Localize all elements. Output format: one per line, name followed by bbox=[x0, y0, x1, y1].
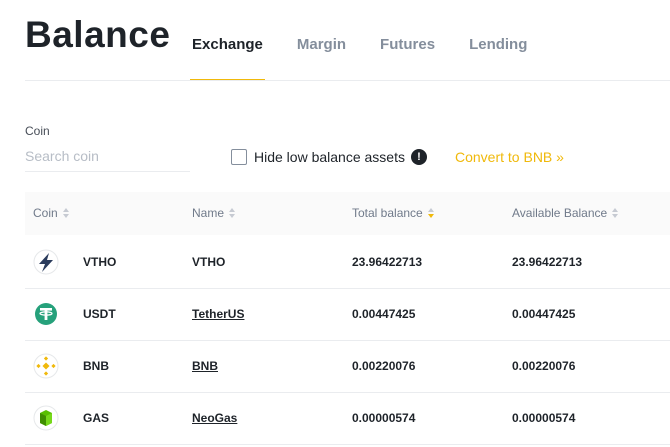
coin-symbol: VTHO bbox=[83, 255, 117, 269]
column-header-coin[interactable]: Coin bbox=[33, 206, 69, 220]
available-balance: 0.00220076 bbox=[512, 359, 576, 373]
total-balance: 23.96422713 bbox=[352, 255, 423, 269]
hide-low-balance-toggle[interactable]: Hide low balance assets ! bbox=[231, 149, 427, 165]
available-balance: 0.00447425 bbox=[512, 307, 576, 321]
hide-low-balance-label: Hide low balance assets bbox=[254, 149, 405, 165]
header-divider bbox=[25, 80, 670, 81]
sort-icon bbox=[62, 208, 69, 218]
hide-low-balance-checkbox[interactable] bbox=[231, 149, 247, 165]
coin-name: VTHO bbox=[192, 255, 226, 269]
coin-symbol: USDT bbox=[83, 307, 116, 321]
coin-name-link[interactable]: BNB bbox=[192, 340, 218, 392]
total-balance: 0.00000574 bbox=[352, 411, 416, 425]
table-row: USDT TetherUS 0.00447425 0.00447425 bbox=[25, 288, 670, 341]
vtho-icon bbox=[33, 249, 59, 275]
column-header-total-balance[interactable]: Total balance bbox=[352, 206, 434, 220]
sort-desc-icon bbox=[427, 208, 434, 218]
gas-icon bbox=[33, 405, 59, 431]
available-balance: 23.96422713 bbox=[512, 255, 583, 269]
convert-to-bnb-link[interactable]: Convert to BNB » bbox=[455, 149, 564, 165]
usdt-icon bbox=[35, 303, 57, 325]
table-row: GAS NeoGas 0.00000574 0.00000574 bbox=[25, 392, 670, 445]
tab-margin[interactable]: Margin bbox=[297, 36, 346, 53]
tab-lending[interactable]: Lending bbox=[469, 36, 527, 53]
sort-icon bbox=[229, 208, 236, 218]
tab-futures[interactable]: Futures bbox=[380, 36, 435, 53]
total-balance: 0.00447425 bbox=[352, 307, 416, 321]
total-balance: 0.00220076 bbox=[352, 359, 416, 373]
sort-icon bbox=[612, 208, 619, 218]
tab-exchange[interactable]: Exchange bbox=[190, 36, 265, 81]
page-title: Balance bbox=[25, 14, 171, 55]
tab-bar: Exchange Margin Futures Lending bbox=[190, 36, 561, 81]
search-coin-input[interactable] bbox=[25, 146, 190, 172]
info-icon[interactable]: ! bbox=[410, 149, 427, 165]
coin-name-link[interactable]: NeoGas bbox=[192, 392, 237, 444]
table-row: BNB BNB 0.00220076 0.00220076 bbox=[25, 340, 670, 393]
coin-name-link[interactable]: TetherUS bbox=[192, 288, 244, 340]
coin-symbol: GAS bbox=[83, 411, 110, 425]
bnb-icon bbox=[33, 353, 59, 379]
table-header: Coin Name Total balance Available Balanc… bbox=[25, 192, 670, 235]
table-row: VTHO VTHO 23.96422713 23.96422713 bbox=[25, 236, 670, 289]
available-balance: 0.00000574 bbox=[512, 411, 576, 425]
column-header-name[interactable]: Name bbox=[192, 206, 236, 220]
column-header-available-balance[interactable]: Available Balance bbox=[512, 206, 619, 220]
coin-filter-label: Coin bbox=[25, 124, 50, 138]
coin-symbol: BNB bbox=[83, 359, 109, 373]
